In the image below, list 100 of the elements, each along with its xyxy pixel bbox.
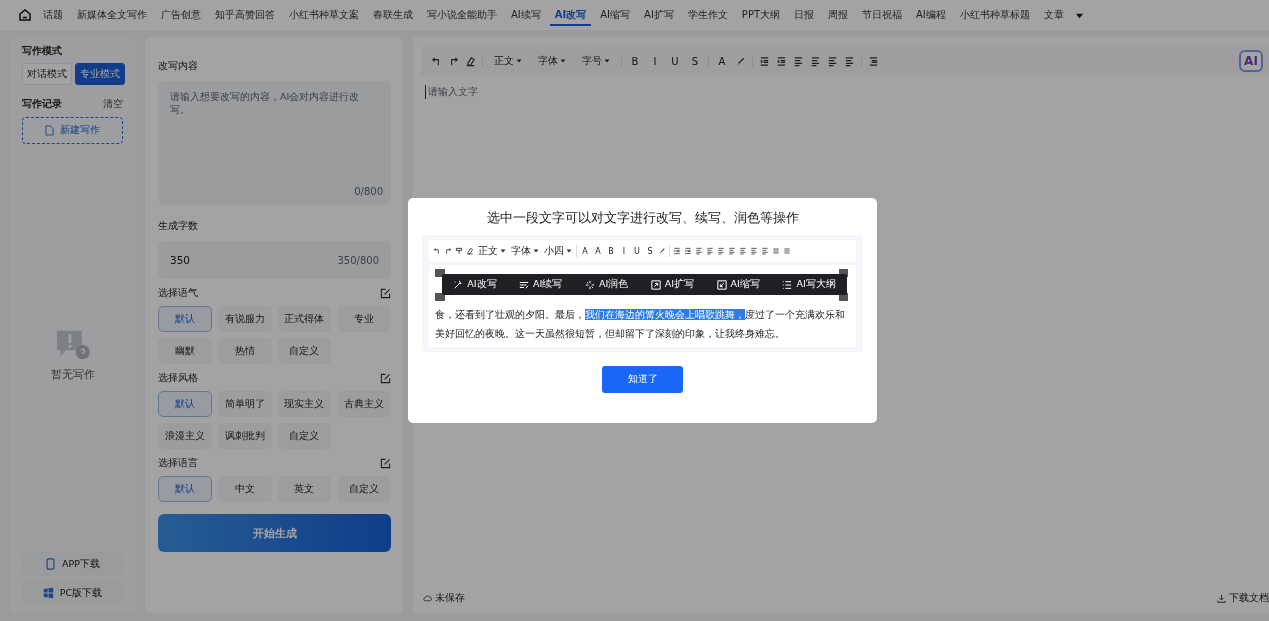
option-chip[interactable]: 自定义 (277, 423, 332, 449)
nav-tab[interactable]: 春联生成 (368, 0, 418, 30)
option-chip[interactable]: 幽默 (158, 338, 212, 364)
eraser-icon[interactable] (466, 247, 474, 255)
option-chip[interactable]: 中文 (217, 476, 272, 502)
format-button[interactable]: S (688, 55, 702, 67)
redo-icon[interactable] (448, 55, 459, 67)
align-icon[interactable] (827, 55, 838, 67)
undo-icon[interactable] (431, 55, 442, 67)
edit-icon[interactable] (380, 458, 391, 469)
nav-tab[interactable]: 周报 (823, 0, 854, 30)
nav-tab[interactable]: 新媒体全文写作 (72, 0, 152, 30)
format-dropdown[interactable]: 正文 (494, 54, 522, 68)
align-icon[interactable] (793, 55, 804, 67)
option-chip[interactable]: 讽刺批判 (217, 423, 272, 449)
format-dropdown[interactable]: 正文 (478, 244, 506, 258)
ai-action-button[interactable]: AI扩写 (650, 278, 695, 291)
nav-tab[interactable]: 学生作文 (682, 0, 733, 30)
redo-icon[interactable] (444, 247, 452, 255)
pen-icon[interactable] (735, 55, 746, 67)
option-chip[interactable]: 简单明了 (217, 391, 272, 417)
ai-action-button[interactable]: AI缩写 (716, 278, 760, 291)
option-chip[interactable]: 正式得体 (277, 306, 332, 332)
nav-tab[interactable]: 小红书种草文案 (284, 0, 364, 30)
nav-tab[interactable]: AI编程 (911, 0, 951, 30)
format-button[interactable]: S (645, 246, 655, 256)
editor-placeholder[interactable]: 请输入文字 (425, 85, 478, 99)
nav-tab[interactable]: 广告创意 (156, 0, 206, 30)
align-icon[interactable] (844, 55, 855, 67)
format-button[interactable]: U (632, 246, 642, 256)
option-chip[interactable]: 专业 (337, 306, 391, 332)
format-dropdown[interactable]: 字体 (538, 54, 566, 68)
format-button[interactable]: B (606, 246, 616, 256)
format-dropdown[interactable]: 小四 (544, 244, 572, 258)
edit-icon[interactable] (380, 288, 391, 299)
download-button[interactable]: APP下载 (22, 552, 123, 576)
align-icon[interactable] (759, 55, 770, 67)
align-icon[interactable] (810, 55, 821, 67)
align-icon[interactable] (684, 247, 692, 255)
nav-tab[interactable]: 写小说全能助手 (422, 0, 502, 30)
option-chip[interactable]: 英文 (277, 476, 332, 502)
format-button[interactable]: B (628, 55, 642, 67)
align-icon[interactable] (761, 247, 769, 255)
format-dropdown[interactable]: 字号 (582, 54, 610, 68)
ai-action-button[interactable]: AI写大纲 (782, 278, 836, 291)
nav-tab[interactable]: AI缩写 (595, 0, 636, 30)
nav-tab[interactable]: AI改写 (549, 4, 592, 26)
list-icon[interactable] (868, 55, 879, 67)
align-icon[interactable] (706, 247, 714, 255)
format-dropdown[interactable]: 字体 (511, 244, 539, 258)
undo-icon[interactable] (433, 247, 441, 255)
option-chip[interactable]: 默认 (158, 476, 212, 502)
format-button[interactable]: A (715, 55, 729, 67)
nav-tab[interactable]: 知乎高赞回答 (210, 0, 280, 30)
word-count-input-field[interactable]: 350 350/800 (158, 241, 391, 279)
nav-tab[interactable]: AI续写 (506, 0, 546, 30)
format-button[interactable]: A (580, 246, 590, 256)
align-icon[interactable] (695, 247, 703, 255)
pen-icon[interactable] (658, 247, 666, 255)
option-chip[interactable]: 热情 (217, 338, 272, 364)
new-writing-button[interactable]: 新建写作 (22, 117, 123, 144)
option-chip[interactable]: 浪漫主义 (158, 423, 212, 449)
edit-icon[interactable] (380, 373, 391, 384)
align-icon[interactable] (776, 55, 787, 67)
nav-tab[interactable]: 话题 (38, 0, 68, 30)
align-icon[interactable] (728, 247, 736, 255)
align-icon[interactable] (673, 247, 681, 255)
align-icon[interactable] (739, 247, 747, 255)
ai-action-button[interactable]: AI改写 (453, 278, 497, 291)
format-button[interactable]: I (619, 246, 629, 256)
format-button[interactable]: A (593, 246, 603, 256)
confirm-button[interactable]: 知道了 (602, 366, 683, 393)
option-chip[interactable]: 现实主义 (277, 391, 332, 417)
nav-tab[interactable]: PPT大纲 (736, 0, 786, 30)
nav-tab[interactable]: 小红书种草标题 (954, 0, 1035, 30)
eraser-icon[interactable] (465, 55, 476, 67)
clear-link[interactable]: 清空 (103, 97, 123, 111)
nav-tab[interactable]: 节日祝福 (857, 0, 908, 30)
option-chip[interactable]: 自定义 (277, 338, 332, 364)
format-button[interactable]: I (648, 55, 662, 67)
download-button[interactable]: PC版下载 (22, 581, 123, 605)
nav-tab[interactable]: 文章 (1038, 0, 1069, 30)
mode-toggle[interactable]: 专业模式 (75, 63, 125, 85)
format-button[interactable]: U (668, 55, 682, 67)
option-chip[interactable]: 有说服力 (217, 306, 272, 332)
content-input-field[interactable]: 请输入想要改写的内容，AI会对内容进行改写。 0/800 (158, 81, 391, 205)
ai-action-button[interactable]: AI续写 (519, 278, 563, 291)
nav-tab[interactable]: AI扩写 (639, 0, 679, 30)
option-chip[interactable]: 默认 (158, 306, 212, 332)
nav-tab[interactable]: 日报 (789, 0, 820, 30)
option-chip[interactable]: 古典主义 (337, 391, 391, 417)
align-icon[interactable] (717, 247, 725, 255)
align-icon[interactable] (750, 247, 758, 255)
option-chip[interactable]: 默认 (158, 391, 212, 417)
option-chip[interactable]: 自定义 (337, 476, 391, 502)
paint-roller-icon[interactable] (455, 247, 463, 255)
ai-button[interactable]: AI (1239, 50, 1263, 72)
home-icon[interactable] (18, 8, 32, 22)
ai-action-button[interactable]: AI润色 (584, 278, 629, 291)
mode-toggle[interactable]: 对话模式 (22, 63, 72, 85)
